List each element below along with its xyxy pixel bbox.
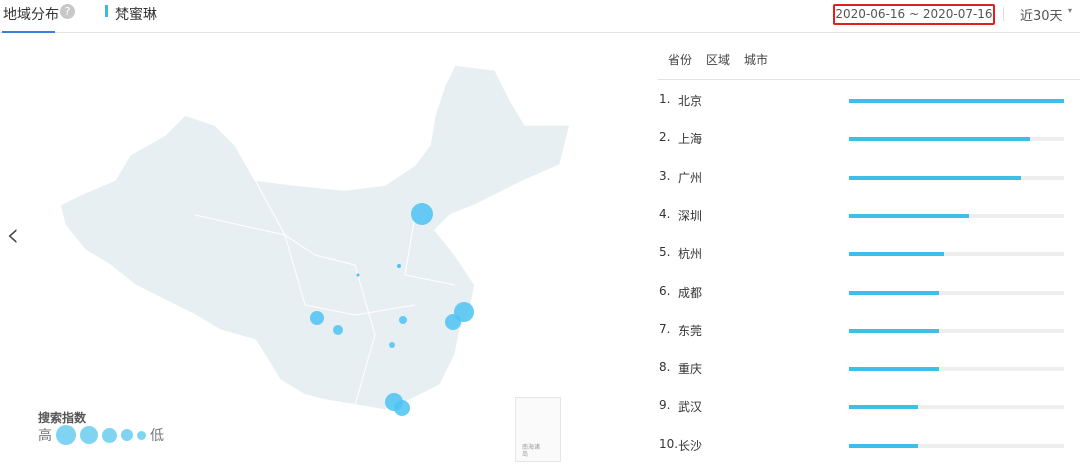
chevron-down-icon[interactable]: ▾ [1068, 6, 1072, 15]
divider [1003, 7, 1004, 21]
size-legend: 高 低 [38, 425, 164, 445]
date-range-picker[interactable]: 2020-06-16 ~ 2020-07-16 [833, 4, 995, 25]
tab-province[interactable]: 省份 [668, 51, 692, 68]
map-land [59, 64, 571, 411]
city-name: 东莞 [678, 323, 703, 338]
right-tabs: 省份 区域 城市 [668, 51, 768, 68]
index-bar-track [849, 443, 1064, 448]
index-bar-fill [849, 99, 1064, 103]
bubble-chongqing [333, 325, 343, 335]
legend-title: 搜索指数 [38, 411, 87, 425]
index-bar-track [849, 213, 1064, 218]
tab-region-distribution[interactable]: 地域分布 [3, 4, 59, 24]
legend-high: 高 [38, 428, 52, 444]
bubble-hangzhou [445, 314, 461, 330]
top-bar: 地域分布 ? 梵蜜琳 2020-06-16 ~ 2020-07-16 近30天 … [0, 0, 1080, 33]
rank-number: 1. [659, 92, 671, 106]
bubble-small [356, 273, 360, 277]
city-name: 长沙 [678, 438, 703, 453]
index-bar-fill [849, 328, 940, 333]
city-name: 杭州 [678, 247, 703, 262]
index-bar-track [849, 328, 1064, 333]
legend-low: 低 [150, 428, 164, 444]
rank-number: 7. [659, 321, 671, 336]
active-tab-indicator [2, 31, 55, 33]
rank-number: 4. [659, 206, 671, 221]
index-bar-track [849, 290, 1064, 295]
tab-region[interactable]: 区域 [706, 51, 730, 68]
ranking-row: 1. 北京 [659, 92, 1069, 112]
index-bar-fill [849, 367, 940, 372]
legend-dot [121, 429, 133, 441]
ranking-row: 5. 杭州 [659, 245, 1069, 265]
index-bar-fill [849, 443, 918, 448]
index-bar-track [849, 137, 1064, 142]
index-bar-fill [849, 175, 1021, 180]
rank-number: 3. [659, 168, 671, 183]
inset-label: 南海诸岛 [522, 444, 541, 458]
china-map [59, 64, 571, 416]
index-bar-track [849, 175, 1064, 180]
legend-dot [137, 430, 146, 440]
legend-dot [56, 425, 76, 445]
ranking-row: 6. 成都 [659, 284, 1069, 304]
prev-arrow-icon[interactable]: ‹ [6, 215, 20, 255]
ranking-row: 7. 东莞 [659, 322, 1069, 342]
bubble-shenzhen [394, 400, 410, 416]
city-name: 重庆 [678, 362, 703, 377]
rank-number: 8. [659, 360, 671, 375]
index-bar-track [849, 405, 1064, 410]
index-bar-fill [849, 213, 970, 218]
index-bar-fill [849, 137, 1030, 142]
rank-number: 2. [659, 130, 671, 145]
city-name: 广州 [678, 170, 703, 185]
index-bar-track [849, 367, 1064, 372]
bubble-changsha [389, 342, 395, 348]
ranking-row: 10. 长沙 [659, 437, 1069, 457]
help-icon[interactable]: ? [60, 4, 75, 19]
ranking-row: 9. 武汉 [659, 398, 1069, 418]
city-name: 成都 [678, 285, 703, 300]
city-name: 北京 [678, 94, 703, 108]
range-select[interactable]: 近30天 [1020, 5, 1063, 24]
legend-dot [80, 426, 98, 444]
south-china-sea-inset: 南海诸岛 [515, 397, 561, 462]
index-bar-track [849, 252, 1064, 257]
tab-city[interactable]: 城市 [744, 51, 768, 68]
ranking-row: 2. 上海 [659, 130, 1069, 150]
bubble-chengdu [310, 311, 324, 325]
legend-dot [102, 427, 117, 443]
city-name: 武汉 [678, 400, 703, 415]
index-bar-track [849, 99, 1064, 103]
index-bar-fill [849, 405, 918, 410]
bubble-beijing [411, 203, 433, 225]
rank-number: 6. [659, 283, 671, 298]
ranking-row: 8. 重庆 [659, 360, 1069, 380]
ranking-row: 3. 广州 [659, 169, 1069, 189]
ranking-row: 4. 深圳 [659, 207, 1069, 227]
index-bar-fill [849, 252, 944, 257]
keyword-label: 梵蜜琳 [115, 7, 157, 23]
rank-number: 5. [659, 245, 671, 260]
keyword-color-marker [105, 5, 108, 17]
city-name: 深圳 [678, 208, 703, 223]
bubble-small [397, 264, 401, 268]
bubble-wuhan [399, 316, 407, 324]
rank-number: 10. [659, 436, 679, 451]
rank-number: 9. [659, 398, 671, 413]
city-name: 上海 [678, 132, 703, 147]
divider [658, 79, 1080, 80]
index-bar-fill [849, 290, 940, 295]
